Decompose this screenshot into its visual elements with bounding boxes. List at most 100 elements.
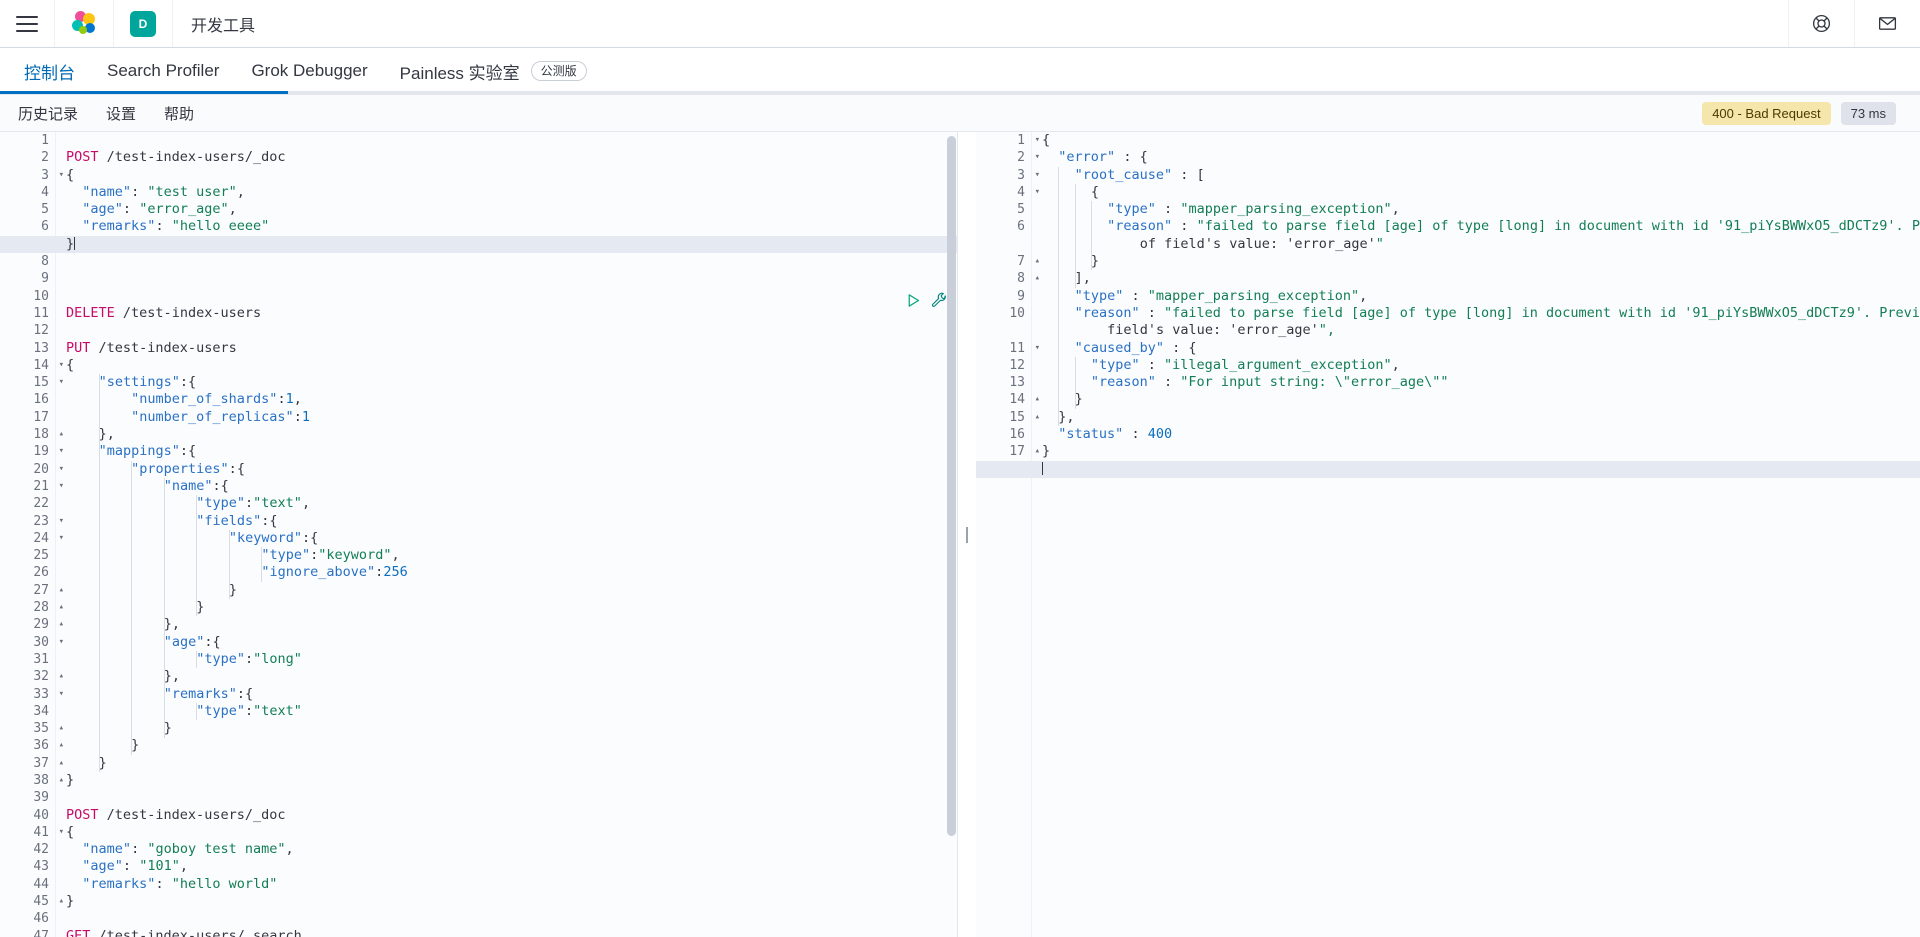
line-number: 42	[0, 841, 55, 858]
fold-toggle-icon[interactable]: ▴	[55, 772, 64, 789]
line-number: 3 ▾	[1017, 167, 1040, 183]
fold-toggle-icon[interactable]: ▴	[55, 893, 64, 910]
space-switcher-button[interactable]: D	[114, 0, 173, 47]
fold-toggle-icon[interactable]	[1031, 288, 1040, 305]
fold-toggle-icon[interactable]: ▴	[55, 755, 64, 772]
fold-toggle-icon[interactable]	[55, 841, 64, 858]
fold-toggle-icon[interactable]	[55, 340, 64, 357]
menu-help[interactable]: 帮助	[164, 103, 194, 124]
hamburger-icon[interactable]	[16, 15, 38, 32]
fold-toggle-icon[interactable]	[55, 149, 64, 166]
request-code[interactable]: POST /test-index-users/_doc{ "name": "te…	[66, 132, 958, 937]
line-number: 19 ▾	[33, 444, 64, 460]
pane-resizer[interactable]	[958, 132, 976, 937]
fold-toggle-icon[interactable]: ▾	[55, 374, 64, 391]
fold-toggle-icon[interactable]	[55, 253, 64, 270]
fold-toggle-icon[interactable]: ▴	[55, 582, 64, 599]
response-code[interactable]: { "error" : { "root_cause" : [ { "type" …	[1042, 132, 1920, 937]
fold-toggle-icon[interactable]: ▾	[55, 530, 64, 547]
response-editor-pane[interactable]: 1▾2▾3▾4▾567▴8▴91011▾121314▴15▴1617▴18 { …	[976, 132, 1920, 937]
fold-toggle-icon[interactable]: ▾	[55, 686, 64, 703]
fold-toggle-icon[interactable]: ▾	[1031, 132, 1040, 149]
fold-toggle-icon[interactable]	[55, 928, 64, 937]
fold-toggle-icon[interactable]: ▾	[55, 824, 64, 841]
menu-settings[interactable]: 设置	[106, 103, 136, 124]
fold-toggle-icon[interactable]	[55, 910, 64, 927]
wrench-icon[interactable]	[931, 292, 948, 309]
fold-toggle-icon[interactable]	[55, 288, 64, 305]
play-triangle-icon[interactable]	[905, 292, 922, 309]
fold-toggle-icon[interactable]: ▾	[55, 478, 64, 495]
fold-toggle-icon[interactable]: ▾	[55, 357, 64, 374]
fold-toggle-icon[interactable]	[55, 322, 64, 339]
menu-history[interactable]: 历史记录	[18, 103, 78, 124]
fold-toggle-icon[interactable]: ▾	[1031, 149, 1040, 166]
fold-toggle-icon[interactable]: ▾	[55, 443, 64, 460]
help-button[interactable]	[1788, 0, 1854, 47]
fold-toggle-icon[interactable]	[1031, 426, 1040, 443]
fold-toggle-icon[interactable]	[1031, 374, 1040, 391]
request-scrollbar[interactable]	[947, 132, 956, 937]
fold-toggle-icon[interactable]: ▴	[55, 616, 64, 633]
fold-toggle-icon[interactable]: ▴	[1031, 253, 1040, 270]
fold-toggle-icon[interactable]	[1031, 236, 1040, 253]
tab-grok-debugger[interactable]: Grok Debugger	[251, 48, 367, 94]
line-number	[976, 236, 1031, 253]
code-line: "type":"text",	[196, 495, 311, 512]
fold-toggle-icon[interactable]: ▴	[1031, 409, 1040, 426]
code-line: "type":"long"	[196, 650, 302, 667]
fold-toggle-icon[interactable]	[55, 218, 64, 235]
fold-toggle-icon[interactable]	[55, 201, 64, 218]
fold-toggle-icon[interactable]: ▴	[55, 599, 64, 616]
fold-toggle-icon[interactable]: ▴	[1031, 391, 1040, 408]
fold-toggle-icon[interactable]: ▾	[55, 634, 64, 651]
line-number: 21 ▾	[33, 478, 64, 494]
fold-toggle-icon[interactable]	[55, 789, 64, 806]
fold-toggle-icon[interactable]: ▾	[1031, 340, 1040, 357]
fold-toggle-icon[interactable]	[55, 184, 64, 201]
tab-search-profiler[interactable]: Search Profiler	[107, 48, 219, 94]
nav-menu-button[interactable]	[0, 0, 55, 47]
fold-toggle-icon[interactable]: ▾	[55, 513, 64, 530]
elastic-home-link[interactable]	[55, 0, 114, 47]
line-number: 43	[0, 858, 55, 875]
tab-console[interactable]: 控制台	[24, 48, 75, 94]
tab-painless-lab[interactable]: Painless 实验室 公测版	[400, 48, 587, 94]
fold-toggle-icon[interactable]	[55, 564, 64, 581]
fold-toggle-icon[interactable]	[55, 858, 64, 875]
fold-toggle-icon[interactable]: ▾	[1031, 184, 1040, 201]
line-number: 2 ▾	[1017, 150, 1040, 166]
fold-toggle-icon[interactable]	[55, 703, 64, 720]
fold-toggle-icon[interactable]	[1031, 322, 1040, 339]
fold-toggle-icon[interactable]: ▴	[55, 720, 64, 737]
fold-toggle-icon[interactable]: ▴	[55, 737, 64, 754]
fold-toggle-icon[interactable]: ▴	[1031, 443, 1040, 460]
fold-toggle-icon[interactable]: ▾	[55, 167, 64, 184]
fold-toggle-icon[interactable]: ▾	[1031, 167, 1040, 184]
fold-toggle-icon[interactable]	[1031, 305, 1040, 322]
fold-toggle-icon[interactable]	[1031, 357, 1040, 374]
fold-toggle-icon[interactable]	[55, 391, 64, 408]
fold-toggle-icon[interactable]	[55, 409, 64, 426]
fold-toggle-icon[interactable]	[55, 547, 64, 564]
fold-toggle-icon[interactable]: ▴	[55, 426, 64, 443]
fold-toggle-icon[interactable]	[55, 132, 64, 149]
fold-toggle-icon[interactable]	[1031, 201, 1040, 218]
fold-toggle-icon[interactable]: ▴	[1031, 270, 1040, 287]
fold-toggle-icon[interactable]	[55, 495, 64, 512]
fold-toggle-icon[interactable]	[55, 651, 64, 668]
fold-toggle-icon[interactable]	[55, 305, 64, 322]
fold-toggle-icon[interactable]: ▴	[55, 668, 64, 685]
request-editor-pane[interactable]: 123▾4567▴891011121314▾15▾161718▴19▾20▾21…	[0, 132, 958, 937]
request-actions[interactable]	[905, 292, 948, 309]
fold-toggle-icon[interactable]	[1031, 218, 1040, 235]
fold-toggle-icon[interactable]	[55, 270, 64, 287]
fold-toggle-icon[interactable]	[55, 876, 64, 893]
news-feed-button[interactable]	[1854, 0, 1920, 47]
fold-toggle-icon[interactable]	[55, 807, 64, 824]
line-number: 35 ▴	[33, 721, 64, 737]
line-number: 5	[0, 201, 55, 218]
code-line: },	[163, 616, 180, 633]
response-gutter[interactable]: 1▾2▾3▾4▾567▴8▴91011▾121314▴15▴1617▴18	[976, 132, 1040, 937]
fold-toggle-icon[interactable]: ▾	[55, 461, 64, 478]
